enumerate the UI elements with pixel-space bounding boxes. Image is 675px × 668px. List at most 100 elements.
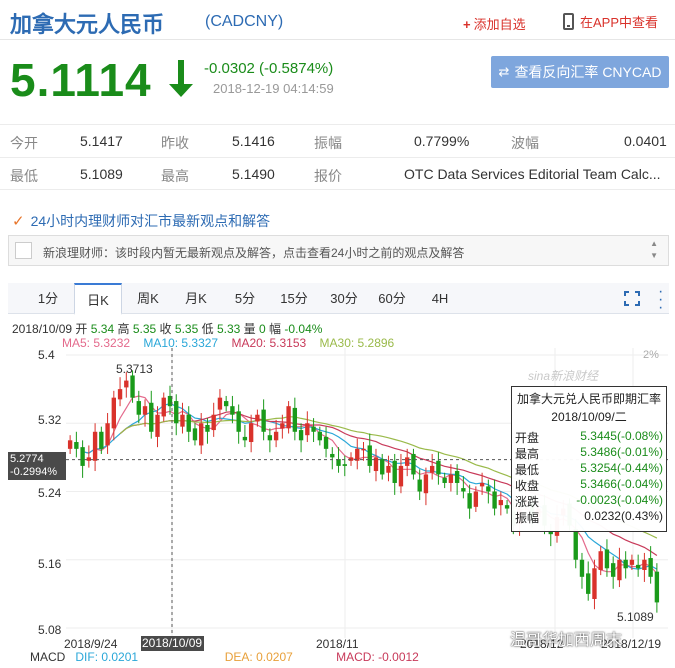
candle-body: [230, 406, 235, 415]
view-in-app-label: 在APP中查看: [580, 15, 659, 30]
more-options-icon[interactable]: · · ·: [658, 284, 663, 316]
period-tabs: 1分 日K 周K 月K 5分 15分 30分 60分 4H · · ·: [8, 283, 669, 316]
y-tick-4: 5.08: [38, 623, 62, 637]
candle-body: [448, 474, 454, 483]
candle-body: [423, 474, 429, 494]
stat-label-low: 最低: [10, 168, 38, 184]
tab-weekly-k[interactable]: 周K: [130, 283, 166, 314]
candle-body: [248, 423, 254, 443]
macd-legend: MACD DIF: 0.0201 DEA: 0.0207 MACD: -0.00…: [30, 650, 419, 664]
tooltip-value: 5.3254(-0.44%): [580, 461, 663, 475]
candle-body: [124, 380, 129, 388]
candle-body: [579, 559, 585, 577]
candle-body: [67, 440, 73, 449]
tab-1min[interactable]: 1分: [30, 283, 66, 314]
page: 加拿大元人民币 (CADCNY) + 添加自选 在APP中查看 5.1114 -0…: [0, 0, 675, 668]
tab-15min[interactable]: 15分: [274, 283, 314, 314]
stat-value-low: 5.1089: [80, 166, 123, 182]
kline-close: 5.35: [174, 322, 199, 336]
candle-body: [380, 459, 385, 475]
candle-body: [392, 460, 397, 483]
view-in-app-button[interactable]: 在APP中查看: [563, 12, 658, 31]
candle-body: [417, 479, 422, 492]
candle-body: [105, 423, 110, 446]
candle-body: [598, 551, 603, 570]
cursor-price: 5.2774: [10, 453, 44, 465]
header: 加拿大元人民币 (CADCNY) + 添加自选 在APP中查看: [0, 0, 675, 40]
tab-5min[interactable]: 5分: [227, 283, 263, 314]
kline-low: 5.33: [216, 322, 241, 336]
kline-open-label: 开: [75, 322, 88, 336]
candle-body: [174, 401, 179, 424]
candle-body: [286, 406, 291, 429]
y-tick-0: 5.4: [38, 348, 55, 362]
candle-body: [405, 457, 410, 466]
tooltip-key: 开盘: [515, 431, 540, 445]
macd-label: MACD: [30, 650, 66, 664]
stat-value-amplitude: 0.7799%: [414, 133, 470, 149]
candle-body: [367, 445, 372, 466]
tooltip-value: 5.3486(-0.01%): [580, 445, 663, 459]
stat-label-quote-source: 报价: [314, 168, 342, 184]
tooltip-key: 收盘: [515, 479, 540, 493]
kline-close-label: 收: [159, 322, 172, 336]
tooltip-row-open: 开盘 5.3445(-0.08%): [512, 429, 666, 445]
tab-4h[interactable]: 4H: [425, 283, 455, 314]
tab-60min[interactable]: 60分: [372, 283, 412, 314]
tab-monthly-k[interactable]: 月K: [178, 283, 214, 314]
cursor-price-label: 5.2774 -0.2994%: [8, 452, 66, 480]
candle-body: [586, 573, 591, 594]
candle-body: [292, 407, 298, 432]
candle-body: [136, 401, 141, 415]
advisor-title: 24小时内理财师对汇市最新观点和解答: [30, 213, 271, 229]
advisor-message: 新浪理财师：该时段内暂无最新观点及解答，点击查看24小时之前的观点及解答: [43, 246, 465, 260]
candle-body: [592, 568, 597, 599]
candle-body: [74, 442, 79, 449]
candle-body: [211, 414, 216, 431]
reverse-rate-button[interactable]: ⇄ 查看反向汇率 CNYCAD: [491, 56, 669, 88]
candle-body: [654, 571, 660, 603]
stats-table: 今开 5.1417 昨收 5.1416 振幅 0.7799% 波幅 0.0401…: [0, 124, 675, 190]
advisor-title-link[interactable]: ✓ 24小时内理财师对汇市最新观点和解答: [12, 211, 270, 231]
candle-body: [361, 448, 366, 451]
kline-high-label: 高: [117, 322, 130, 336]
candle-body: [99, 431, 104, 449]
candle-body: [461, 488, 466, 492]
fullscreen-icon[interactable]: [624, 291, 640, 306]
add-watchlist-label: 添加自选: [473, 17, 526, 32]
swap-icon: ⇄: [498, 64, 510, 79]
tooltip-row-change: 涨跌 -0.0023(-0.04%): [512, 493, 666, 509]
tooltip-value: 0.0232(0.43%): [584, 509, 663, 523]
candle-body: [155, 414, 160, 437]
candle-body: [280, 423, 285, 429]
currency-code: (CADCNY): [205, 13, 284, 30]
advisor-message-box[interactable]: 新浪理财师：该时段内暂无最新观点及解答，点击查看24小时之前的观点及解答 ▲ ▼: [8, 235, 669, 266]
candle-body: [199, 423, 204, 446]
candle-body: [86, 457, 92, 461]
tab-30min[interactable]: 30分: [324, 283, 364, 314]
candle-body: [342, 464, 347, 466]
tab-daily-k[interactable]: 日K: [74, 283, 122, 315]
add-watchlist-button[interactable]: + 添加自选: [463, 14, 526, 33]
stat-label-prevclose: 昨收: [161, 135, 189, 151]
current-price: 5.1114: [10, 54, 152, 106]
reverse-rate-label: 查看反向汇率 CNYCAD: [514, 64, 662, 80]
candle-body: [311, 426, 316, 432]
candle-body: [411, 453, 416, 475]
tooltip-value: 5.3466(-0.04%): [580, 477, 663, 491]
kline-info: 2018/10/09 开 5.34 高 5.35 收 5.35 低 5.33 量…: [12, 320, 322, 337]
scroll-arrows-icon[interactable]: ▲ ▼: [650, 238, 658, 262]
percent-axis-label: 2%: [643, 349, 659, 361]
stat-label-amplitude: 振幅: [314, 135, 342, 151]
candle-body: [473, 491, 479, 507]
tooltip-key: 最低: [515, 463, 540, 477]
macd-dif: DIF: 0.0201: [75, 650, 139, 664]
sina-watermark: sina新浪财经: [528, 369, 599, 383]
candle-body: [261, 409, 266, 432]
candle-body: [386, 465, 391, 473]
kline-open: 5.34: [90, 322, 115, 336]
candle-body: [305, 423, 310, 436]
kline-high: 5.35: [132, 322, 157, 336]
macd-dea: DEA: 0.0207: [224, 650, 293, 664]
x-tick-0: 2018/9/24: [64, 637, 118, 651]
